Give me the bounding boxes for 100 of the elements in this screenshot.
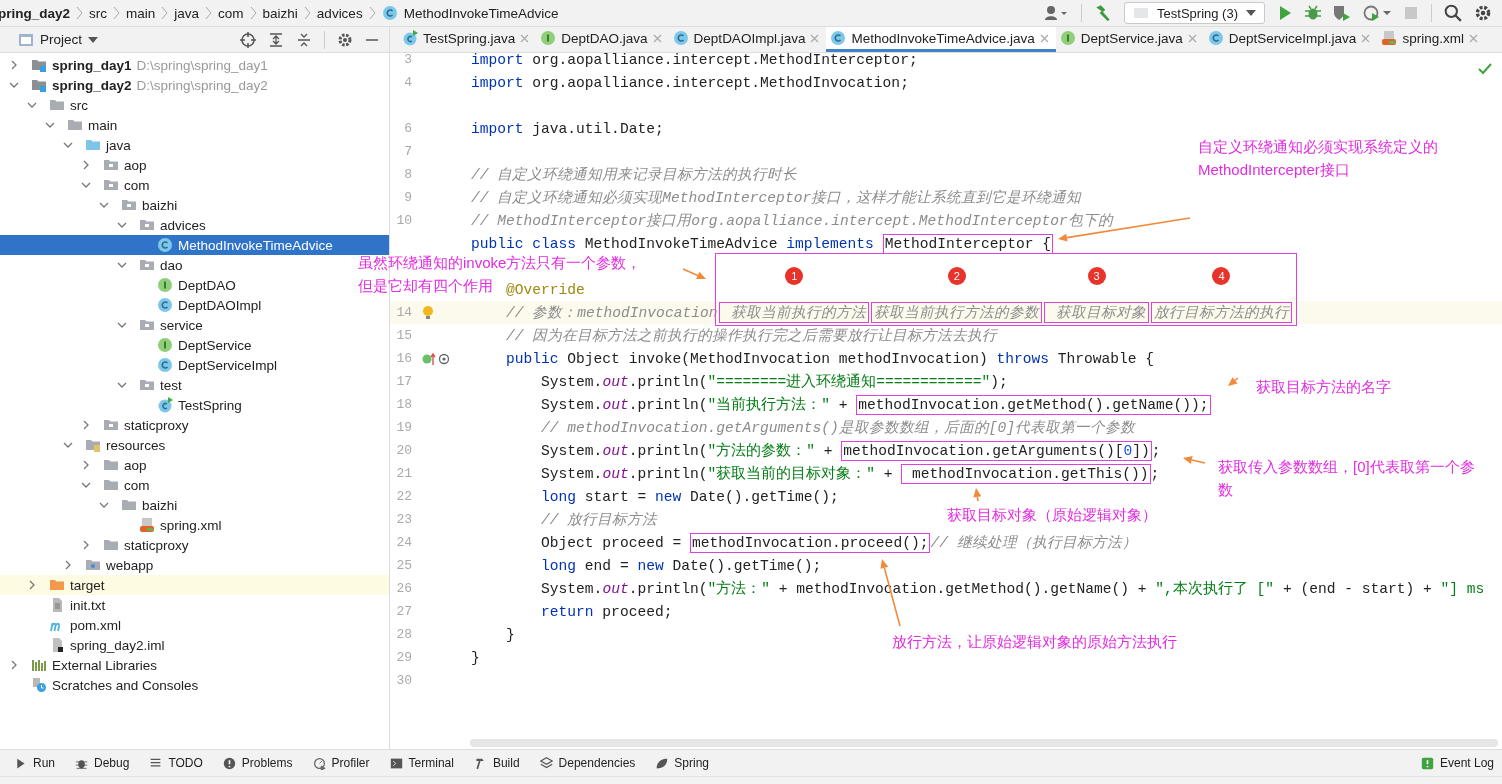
class-icon xyxy=(157,357,173,373)
settings-icon[interactable] xyxy=(337,31,353,48)
profiler-icon[interactable] xyxy=(1363,5,1391,21)
folder-icon xyxy=(67,117,83,133)
tool-window-button[interactable]: TODO xyxy=(149,756,203,770)
editor-tab[interactable]: DeptDAOImpl.java xyxy=(668,27,827,52)
tree-item[interactable]: spring.xml xyxy=(0,515,222,535)
editor-tab[interactable]: TestSpring.java xyxy=(398,27,537,52)
breadcrumb[interactable]: baizhi xyxy=(262,5,298,21)
breadcrumb[interactable]: MethodInvokeTimeAdvice xyxy=(403,5,559,21)
tree-item[interactable]: DeptService xyxy=(0,335,252,355)
tree-item[interactable]: init.txt xyxy=(0,595,106,615)
line-number: 4 xyxy=(403,75,412,90)
close-icon[interactable] xyxy=(1039,33,1049,43)
breadcrumb[interactable]: com xyxy=(218,5,244,21)
tool-window-button[interactable]: Dependencies xyxy=(539,756,636,770)
tree-item[interactable]: pom.xml xyxy=(0,615,121,635)
event-log-button[interactable]: Event Log xyxy=(1420,756,1494,770)
editor-tab[interactable]: DeptDAO.java xyxy=(536,27,669,52)
test-class-icon xyxy=(402,30,418,46)
tree-item[interactable]: target xyxy=(0,575,105,595)
package-folder-icon xyxy=(103,417,119,433)
tool-window-button[interactable]: Profiler xyxy=(312,756,370,770)
run-icon[interactable] xyxy=(1277,5,1293,21)
annotation-note: 获取目标对象（原始逻辑对象） xyxy=(947,505,1157,525)
tree-item[interactable]: DeptDAO xyxy=(0,275,236,295)
code-line: @Override xyxy=(506,281,585,298)
tool-window-button[interactable]: Debug xyxy=(75,756,130,770)
number-badge: 1 xyxy=(785,267,804,285)
editor-tab[interactable]: MethodInvokeTimeAdvice.java xyxy=(826,27,1056,52)
bug-icon[interactable] xyxy=(1305,5,1321,21)
chevron-icon xyxy=(205,6,213,20)
code-comment: 获取当前执行方法的参数 xyxy=(874,305,1040,321)
line-number: 25 xyxy=(395,558,412,573)
tree-item[interactable]: webapp xyxy=(0,555,154,575)
tree-item[interactable]: MethodInvokeTimeAdvice xyxy=(0,235,333,255)
user-icon[interactable] xyxy=(1045,5,1070,21)
implements-icon[interactable] xyxy=(422,351,450,366)
horizontal-scrollbar[interactable] xyxy=(470,739,1498,747)
tool-window-button[interactable]: Spring xyxy=(655,756,709,770)
breadcrumb[interactable]: src xyxy=(89,5,108,21)
tree-item[interactable]: TestSpring xyxy=(0,395,242,415)
tool-window-button[interactable]: Problems xyxy=(222,756,293,770)
window-icon xyxy=(18,32,34,47)
annotation-note: 自定义环绕通知必须实现系统定义的 xyxy=(1198,137,1438,157)
tree-item[interactable]: baizhi xyxy=(0,495,178,515)
tree-item[interactable]: service xyxy=(0,315,203,335)
tree-item[interactable]: aop xyxy=(0,455,147,475)
web-folder-icon xyxy=(85,557,101,573)
editor-tab[interactable]: spring.xml xyxy=(1377,27,1485,52)
tool-window-button[interactable]: Run xyxy=(14,756,55,770)
tree-item[interactable]: staticproxy xyxy=(0,535,189,555)
lightbulb-icon[interactable] xyxy=(422,304,434,321)
collapse-all-icon[interactable] xyxy=(296,31,312,48)
code-comment: 获取目标对象 xyxy=(1054,305,1146,321)
shield-run-icon[interactable] xyxy=(1333,5,1351,21)
tree-item[interactable]: dao xyxy=(0,255,183,275)
line-number: 29 xyxy=(395,650,412,665)
tool-window-button[interactable]: Terminal xyxy=(389,756,454,770)
target-icon[interactable] xyxy=(240,31,256,48)
tree-item[interactable]: DeptDAOImpl xyxy=(0,295,262,315)
tool-window-button[interactable]: Build xyxy=(473,756,520,770)
line-number: 17 xyxy=(395,374,412,389)
tree-item[interactable]: spring_day2 D:\spring\spring_day2 xyxy=(0,75,268,95)
breadcrumb[interactable]: main xyxy=(126,5,156,21)
breadcrumb[interactable]: java xyxy=(174,5,200,21)
tree-item[interactable]: spring_day2.iml xyxy=(0,635,165,655)
tree-item[interactable]: spring_day1 D:\spring\spring_day1 xyxy=(0,55,268,75)
line-number: 18 xyxy=(395,397,412,412)
class-icon xyxy=(381,5,398,21)
annotation-note: 放行方法，让原始逻辑对象的原始方法执行 xyxy=(892,632,1177,652)
tree-item[interactable]: com xyxy=(0,475,150,495)
tree-item[interactable]: External Libraries xyxy=(0,655,158,675)
tree-item[interactable]: DeptServiceImpl xyxy=(0,355,278,375)
caret-icon xyxy=(88,35,99,44)
tree-item[interactable]: baizhi xyxy=(0,195,178,215)
tree-item[interactable]: java xyxy=(0,135,131,155)
class-icon xyxy=(1207,30,1224,46)
breadcrumb[interactable]: advices xyxy=(316,5,363,21)
project-view-dropdown[interactable]: Project xyxy=(18,32,99,47)
hammer-icon[interactable] xyxy=(1094,4,1113,22)
settings-icon[interactable] xyxy=(1474,4,1492,22)
tree-item[interactable]: Scratches and Consoles xyxy=(0,675,199,695)
editor-tab[interactable]: DeptService.java xyxy=(1055,27,1204,52)
line-number: 3 xyxy=(403,53,412,67)
editor-tab[interactable]: DeptServiceImpl.java xyxy=(1203,27,1378,52)
tree-item[interactable]: src xyxy=(0,95,88,115)
tree-item[interactable]: main xyxy=(0,115,118,135)
tree-item[interactable]: test xyxy=(0,375,182,395)
code-line: System.out.println("========进入环绕通知============"); xyxy=(541,372,1008,391)
tree-item[interactable]: resources xyxy=(0,435,166,455)
search-icon[interactable] xyxy=(1444,4,1462,22)
tree-item[interactable]: staticproxy xyxy=(0,415,189,435)
check-icon xyxy=(1478,63,1492,75)
expand-all-icon[interactable] xyxy=(268,31,284,48)
tree-item[interactable]: com xyxy=(0,175,150,195)
gauge-icon xyxy=(312,756,326,770)
tree-item[interactable]: advices xyxy=(0,215,206,235)
tree-item[interactable]: aop xyxy=(0,155,147,175)
run-configuration-dropdown[interactable]: TestSpring (3) xyxy=(1124,2,1265,24)
